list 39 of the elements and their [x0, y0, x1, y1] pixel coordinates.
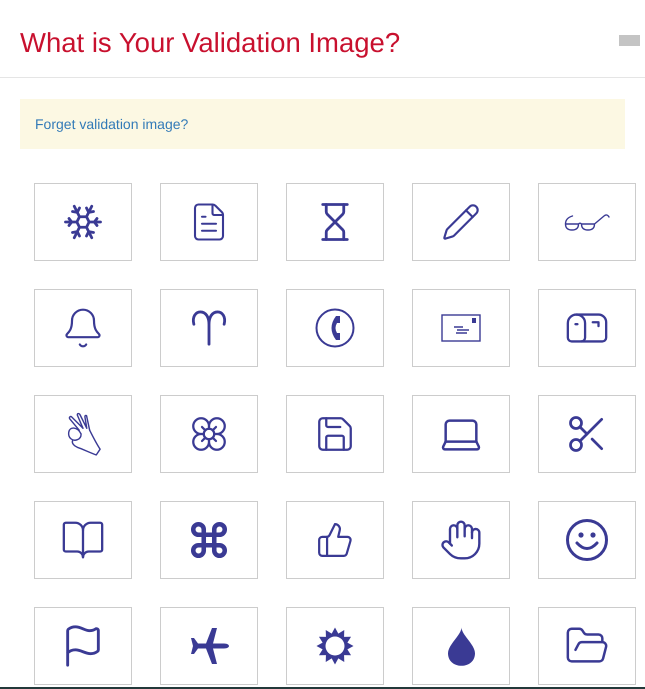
- image-tile[interactable]: [286, 183, 384, 261]
- image-tile[interactable]: [160, 607, 258, 685]
- image-tile[interactable]: [286, 395, 384, 473]
- airplane-icon: [189, 626, 229, 666]
- image-tile[interactable]: [34, 395, 132, 473]
- image-tile[interactable]: [538, 501, 636, 579]
- glasses-icon: [564, 212, 610, 232]
- thumbs-up-icon: [316, 521, 354, 559]
- image-tile[interactable]: [538, 289, 636, 367]
- image-tile[interactable]: [286, 607, 384, 685]
- image-tile[interactable]: [160, 289, 258, 367]
- envelope-icon: [441, 314, 481, 342]
- image-tile[interactable]: [538, 183, 636, 261]
- image-tile[interactable]: [412, 289, 510, 367]
- forget-image-link[interactable]: Forget validation image?: [35, 114, 188, 134]
- image-tile[interactable]: [412, 395, 510, 473]
- image-tile[interactable]: [160, 183, 258, 261]
- dialog-title: What is Your Validation Image?: [20, 29, 400, 56]
- image-tile[interactable]: [160, 501, 258, 579]
- smiley-icon: [566, 519, 608, 561]
- image-tile[interactable]: [538, 607, 636, 685]
- image-tile[interactable]: [286, 289, 384, 367]
- command-icon: [188, 519, 230, 561]
- sun-icon: [316, 627, 354, 665]
- image-tile[interactable]: [34, 183, 132, 261]
- image-tile[interactable]: [412, 501, 510, 579]
- image-tile[interactable]: [34, 289, 132, 367]
- droplet-icon: [448, 626, 474, 666]
- image-tile[interactable]: [34, 607, 132, 685]
- image-tile[interactable]: [538, 395, 636, 473]
- pencil-icon: [441, 202, 481, 242]
- image-tile[interactable]: [160, 395, 258, 473]
- hand-icon: [439, 518, 483, 562]
- image-tile[interactable]: [286, 501, 384, 579]
- image-tile[interactable]: [412, 183, 510, 261]
- phone-icon: [315, 308, 355, 348]
- aries-symbol-icon: [190, 310, 228, 346]
- image-tile[interactable]: [34, 501, 132, 579]
- image-tile[interactable]: [412, 607, 510, 685]
